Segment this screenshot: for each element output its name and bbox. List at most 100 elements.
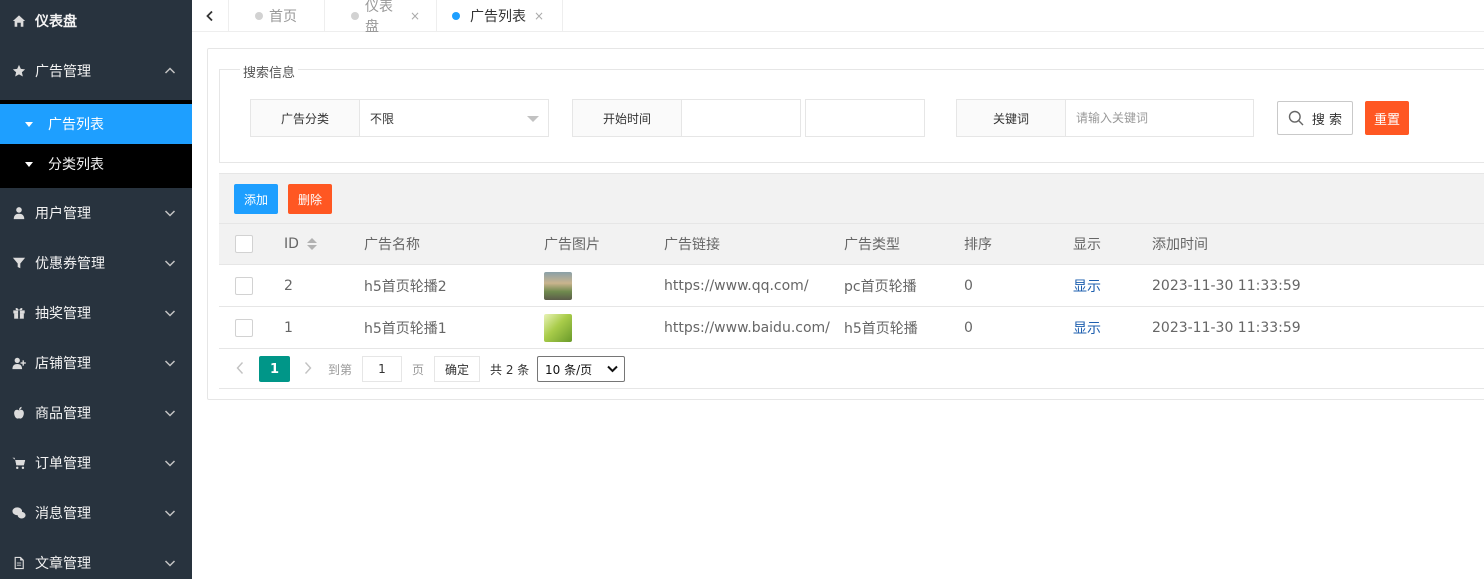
goto-confirm-button[interactable]: 确定 [434, 356, 480, 382]
chevron-down-icon [164, 207, 176, 219]
tab-home[interactable]: 首页 [229, 0, 325, 32]
sidebar-subitem-label: 分类列表 [48, 157, 104, 173]
filter-icon [11, 255, 27, 271]
ad-image-thumbnail[interactable] [544, 313, 572, 342]
tab-dot-icon [255, 12, 263, 20]
category-select[interactable]: 广告分类 不限 [250, 99, 549, 137]
tab-label: 仪表盘 [365, 0, 393, 35]
end-time-input[interactable] [806, 100, 924, 136]
show-toggle-link[interactable]: 显示 [1073, 318, 1101, 338]
total-count: 共 2 条 [490, 363, 530, 377]
prev-page-icon[interactable] [235, 361, 247, 375]
column-header: 广告图片 [544, 237, 600, 253]
sidebar-item-label: 广告管理 [35, 64, 91, 80]
table-row: 2 h5首页轮播2 https://www.qq.com/ pc首页轮播 0 显… [219, 265, 1484, 307]
category-label: 广告分类 [251, 100, 360, 136]
home-icon [11, 13, 27, 29]
next-page-icon[interactable] [303, 361, 315, 375]
cell-link: https://www.qq.com/ [664, 277, 809, 294]
ad-image-thumbnail[interactable] [544, 271, 572, 300]
search-button[interactable]: 搜 索 [1277, 101, 1353, 135]
tab-dashboard[interactable]: 仪表盘 × [325, 0, 437, 35]
tab-close-icon[interactable]: × [534, 9, 544, 23]
keyword-input[interactable] [1066, 100, 1252, 136]
col-id-header[interactable]: ID [284, 224, 317, 264]
column-header: 排序 [964, 237, 992, 253]
sidebar-subitem-category-list[interactable]: 分类列表 [0, 144, 192, 184]
table-header: ID 广告名称 广告图片 广告链接 广告类型 排序 显示 添加时间 [219, 224, 1484, 265]
cell-time: 2023-11-30 11:33:59 [1152, 277, 1301, 294]
chevron-down-icon [164, 307, 176, 319]
sidebar-subnav: 广告列表 分类列表 [0, 100, 192, 188]
tab-scroll-left-button[interactable] [192, 0, 229, 32]
cell-type: h5首页轮播 [844, 320, 918, 337]
cell-time: 2023-11-30 11:33:59 [1152, 319, 1301, 336]
sidebar-item-messages[interactable]: 消息管理 [0, 488, 192, 538]
page-size-value: 10 条/页 [545, 362, 593, 377]
sidebar-item-lottery[interactable]: 抽奖管理 [0, 288, 192, 338]
row-checkbox[interactable] [235, 276, 253, 295]
chevron-down-icon [164, 257, 176, 269]
category-value[interactable]: 不限 [360, 100, 548, 136]
ad-table: ID 广告名称 广告图片 广告链接 广告类型 排序 显示 添加时间 2 h5首页… [219, 224, 1484, 349]
cell-type: pc首页轮播 [844, 278, 917, 295]
end-time-field [805, 99, 925, 137]
page-current[interactable]: 1 [259, 356, 290, 382]
sort-icon[interactable] [306, 238, 317, 250]
main-card: 搜索信息 广告分类 不限 开始时间 关键词 搜 索 重置 添加 删除 [207, 48, 1484, 400]
sidebar-item-orders[interactable]: 订单管理 [0, 438, 192, 488]
tab-close-icon[interactable]: × [410, 9, 420, 23]
sidebar-item-label: 商品管理 [35, 406, 91, 422]
caret-down-icon [25, 161, 33, 167]
sidebar-item-users[interactable]: 用户管理 [0, 188, 192, 238]
cell-sort: 0 [964, 319, 973, 336]
sidebar-item-ads[interactable]: 广告管理 [0, 42, 192, 100]
sidebar: 仪表盘 广告管理 广告列表 分类列表 用户管理 优惠券管理 抽奖管理 店铺管理 … [0, 0, 192, 579]
file-icon [11, 555, 27, 571]
category-selected-text: 不限 [370, 111, 395, 126]
gift-icon [11, 305, 27, 321]
sidebar-item-label: 抽奖管理 [35, 306, 91, 322]
sidebar-item-label: 店铺管理 [35, 356, 91, 372]
tab-ad-list[interactable]: 广告列表 × [437, 0, 563, 32]
sidebar-item-dashboard[interactable]: 仪表盘 [0, 0, 192, 42]
cell-id: 2 [284, 277, 293, 294]
user-icon [11, 205, 27, 221]
chevron-down-icon [164, 557, 176, 569]
page-size-select[interactable]: 10 条/页 [537, 356, 625, 382]
keyword-label: 关键词 [957, 100, 1066, 136]
chevron-down-icon [164, 357, 176, 369]
tab-dot-icon [351, 12, 359, 20]
chevron-left-icon [206, 10, 213, 22]
select-all-checkbox[interactable] [235, 235, 253, 253]
tab-bar: 首页 仪表盘 × 广告列表 × [192, 0, 1484, 35]
sidebar-item-stores[interactable]: 店铺管理 [0, 338, 192, 388]
sidebar-subitem-ad-list[interactable]: 广告列表 [0, 104, 192, 144]
delete-button[interactable]: 删除 [288, 184, 332, 214]
start-time-input[interactable] [682, 100, 800, 136]
sidebar-item-articles[interactable]: 文章管理 [0, 538, 192, 579]
chevron-up-icon [164, 65, 176, 77]
sidebar-item-products[interactable]: 商品管理 [0, 388, 192, 438]
sidebar-item-label: 仪表盘 [35, 14, 77, 30]
column-header: 广告链接 [664, 237, 720, 253]
table-toolbar: 添加 删除 [219, 173, 1484, 224]
row-checkbox[interactable] [235, 318, 253, 337]
reset-button[interactable]: 重置 [1365, 101, 1409, 135]
show-toggle-link[interactable]: 显示 [1073, 276, 1101, 296]
sidebar-subitem-label: 广告列表 [48, 117, 104, 133]
tab-label: 首页 [269, 9, 297, 25]
cart-icon [11, 455, 27, 471]
tab-label: 广告列表 [470, 9, 526, 25]
add-button[interactable]: 添加 [234, 184, 278, 214]
search-fieldset: 搜索信息 广告分类 不限 开始时间 关键词 搜 索 重置 [219, 62, 1484, 163]
goto-page-input[interactable]: 1 [362, 356, 402, 382]
column-header: 添加时间 [1152, 237, 1208, 253]
chevron-down-icon [164, 507, 176, 519]
cell-name: h5首页轮播1 [364, 320, 447, 337]
table-row: 1 h5首页轮播1 https://www.baidu.com/ h5首页轮播 … [219, 307, 1484, 349]
pagination: 1 到第 1 页 确定 共 2 条 10 条/页 [219, 349, 1484, 389]
start-time-field: 开始时间 [572, 99, 801, 137]
dropdown-triangle-icon [527, 116, 539, 122]
sidebar-item-coupons[interactable]: 优惠券管理 [0, 238, 192, 288]
